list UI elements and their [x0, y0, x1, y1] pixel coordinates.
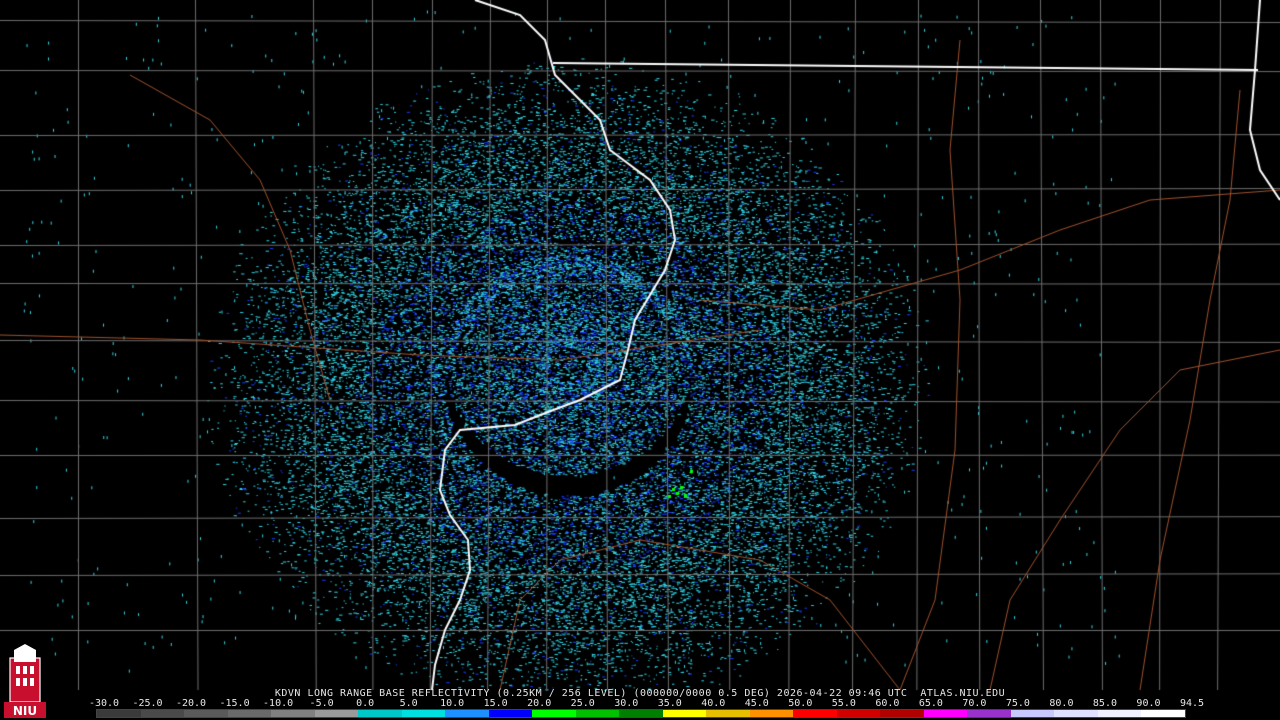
scale-swatch: [532, 710, 576, 717]
scale-label: 5.0: [399, 698, 418, 709]
scale-swatch: [1141, 710, 1185, 717]
scale-label: 30.0: [614, 698, 639, 709]
scale-label: 70.0: [962, 698, 987, 709]
scale-swatch: [445, 710, 489, 717]
scale-label: 40.0: [701, 698, 726, 709]
scale-label: 0.0: [356, 698, 375, 709]
scale-label: 60.0: [875, 698, 900, 709]
scale-label: -10.0: [263, 698, 294, 709]
scale-label: 50.0: [788, 698, 813, 709]
scale-label: -20.0: [175, 698, 207, 709]
scale-label: 90.0: [1136, 698, 1161, 709]
scale-swatch: [575, 710, 620, 717]
scale-swatch: [358, 710, 402, 717]
scale-label: 45.0: [744, 698, 769, 709]
scale-swatch: [836, 710, 881, 717]
scale-label: 85.0: [1092, 698, 1117, 709]
scale-swatch: [706, 710, 750, 717]
scale-label: -5.0: [309, 698, 334, 709]
scale-swatch: [793, 710, 837, 717]
scale-label: 75.0: [1005, 698, 1030, 709]
scale-swatch: [749, 710, 794, 717]
scale-label: 20.0: [527, 698, 552, 709]
color-scale-bar: [96, 709, 1186, 718]
scale-swatch: [619, 710, 663, 717]
scale-swatch: [1010, 710, 1055, 717]
scale-label: 15.0: [483, 698, 508, 709]
scale-label: -30.0: [88, 698, 120, 709]
scale-swatch: [140, 710, 185, 717]
niu-logo: NIU: [4, 644, 46, 718]
scale-swatch: [488, 710, 533, 717]
scale-label: 10.0: [440, 698, 465, 709]
scale-swatch: [227, 710, 272, 717]
scale-swatch: [923, 710, 968, 717]
scale-swatch: [1097, 710, 1142, 717]
scale-swatch: [271, 710, 315, 717]
scale-label: 65.0: [918, 698, 943, 709]
scale-label: 25.0: [570, 698, 595, 709]
color-scale-labels: -30.0 -25.0 -20.0 -15.0 -10.0 -5.0 0.0 5.0 10.0 1…: [89, 698, 1204, 709]
logo-text: NIU: [13, 704, 37, 718]
scale-label: -25.0: [132, 698, 163, 709]
scale-swatch: [97, 710, 141, 717]
scale-swatch: [967, 710, 1011, 717]
scale-label: 35.0: [657, 698, 682, 709]
scale-swatch: [184, 710, 228, 717]
scale-label: 55.0: [831, 698, 856, 709]
scale-swatch: [662, 710, 707, 717]
scale-swatch: [880, 710, 924, 717]
scale-label: 80.0: [1049, 698, 1074, 709]
scale-label: -15.0: [219, 698, 250, 709]
scale-swatch: [401, 710, 446, 717]
scale-swatch: [1054, 710, 1098, 717]
radar-reflectivity-map: [0, 0, 1280, 720]
scale-swatch: [314, 710, 359, 717]
scale-label: 94.5: [1179, 698, 1205, 709]
